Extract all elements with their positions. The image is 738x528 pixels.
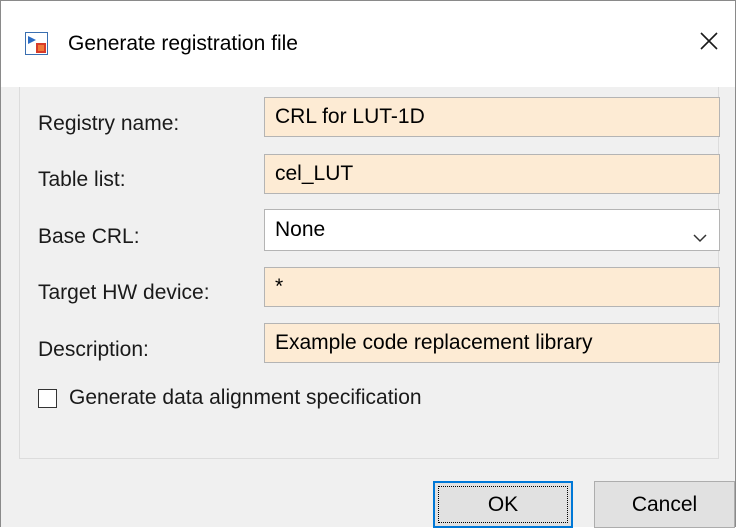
title-bar[interactable]: Generate registration file (1, 1, 735, 87)
table-list-label: Table list: (38, 168, 126, 191)
description-field[interactable] (264, 323, 720, 363)
cancel-button[interactable]: Cancel (594, 481, 735, 528)
target-hw-device-field[interactable] (264, 267, 720, 307)
alignment-checkbox-label[interactable]: Generate data alignment specification (69, 386, 422, 410)
table-list-field[interactable] (264, 154, 720, 194)
simulink-app-icon (25, 32, 48, 55)
window-title: Generate registration file (68, 32, 298, 55)
close-button[interactable] (689, 23, 729, 63)
close-icon[interactable] (699, 31, 719, 56)
registry-name-label: Registry name: (38, 112, 180, 135)
form-panel: Registry name: Table list: Base CRL: Non… (19, 87, 720, 459)
ok-button[interactable]: OK (433, 481, 573, 528)
registry-name-field[interactable] (264, 97, 720, 137)
base-crl-label: Base CRL: (38, 225, 140, 248)
base-crl-selected-value: None (275, 218, 326, 241)
registration-dialog: Generate registration file Registry name… (0, 0, 736, 528)
alignment-checkbox-row[interactable]: Generate data alignment specification (38, 386, 422, 410)
target-hw-device-label: Target HW device: (38, 281, 210, 304)
alignment-checkbox[interactable] (38, 388, 57, 408)
cancel-button-label: Cancel (631, 492, 698, 516)
description-label: Description: (38, 338, 149, 361)
chevron-down-icon[interactable] (691, 221, 709, 243)
base-crl-select[interactable]: None (264, 209, 720, 251)
focus-rectangle (438, 486, 568, 523)
